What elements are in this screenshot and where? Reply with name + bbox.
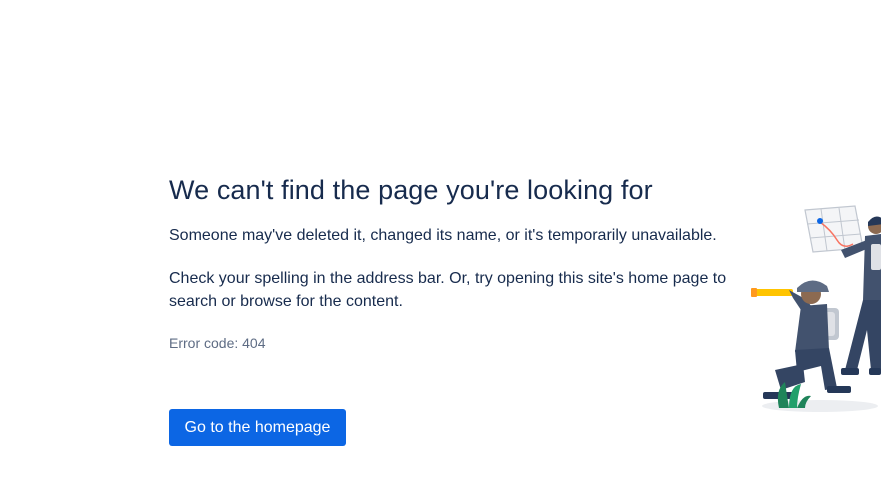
- kneeling-explorer-figure: [751, 280, 851, 399]
- error-message-primary: Someone may've deleted it, changed its n…: [169, 227, 717, 244]
- error-page: We can't find the page you're looking fo…: [0, 0, 881, 487]
- error-code: Error code: 404: [169, 334, 266, 351]
- go-to-homepage-button[interactable]: Go to the homepage: [169, 409, 346, 446]
- error-content: We can't find the page you're looking fo…: [169, 172, 729, 352]
- page-title: We can't find the page you're looking fo…: [169, 175, 653, 205]
- error-message-secondary: Check your spelling in the address bar. …: [169, 269, 727, 311]
- explorers-illustration: [751, 205, 881, 412]
